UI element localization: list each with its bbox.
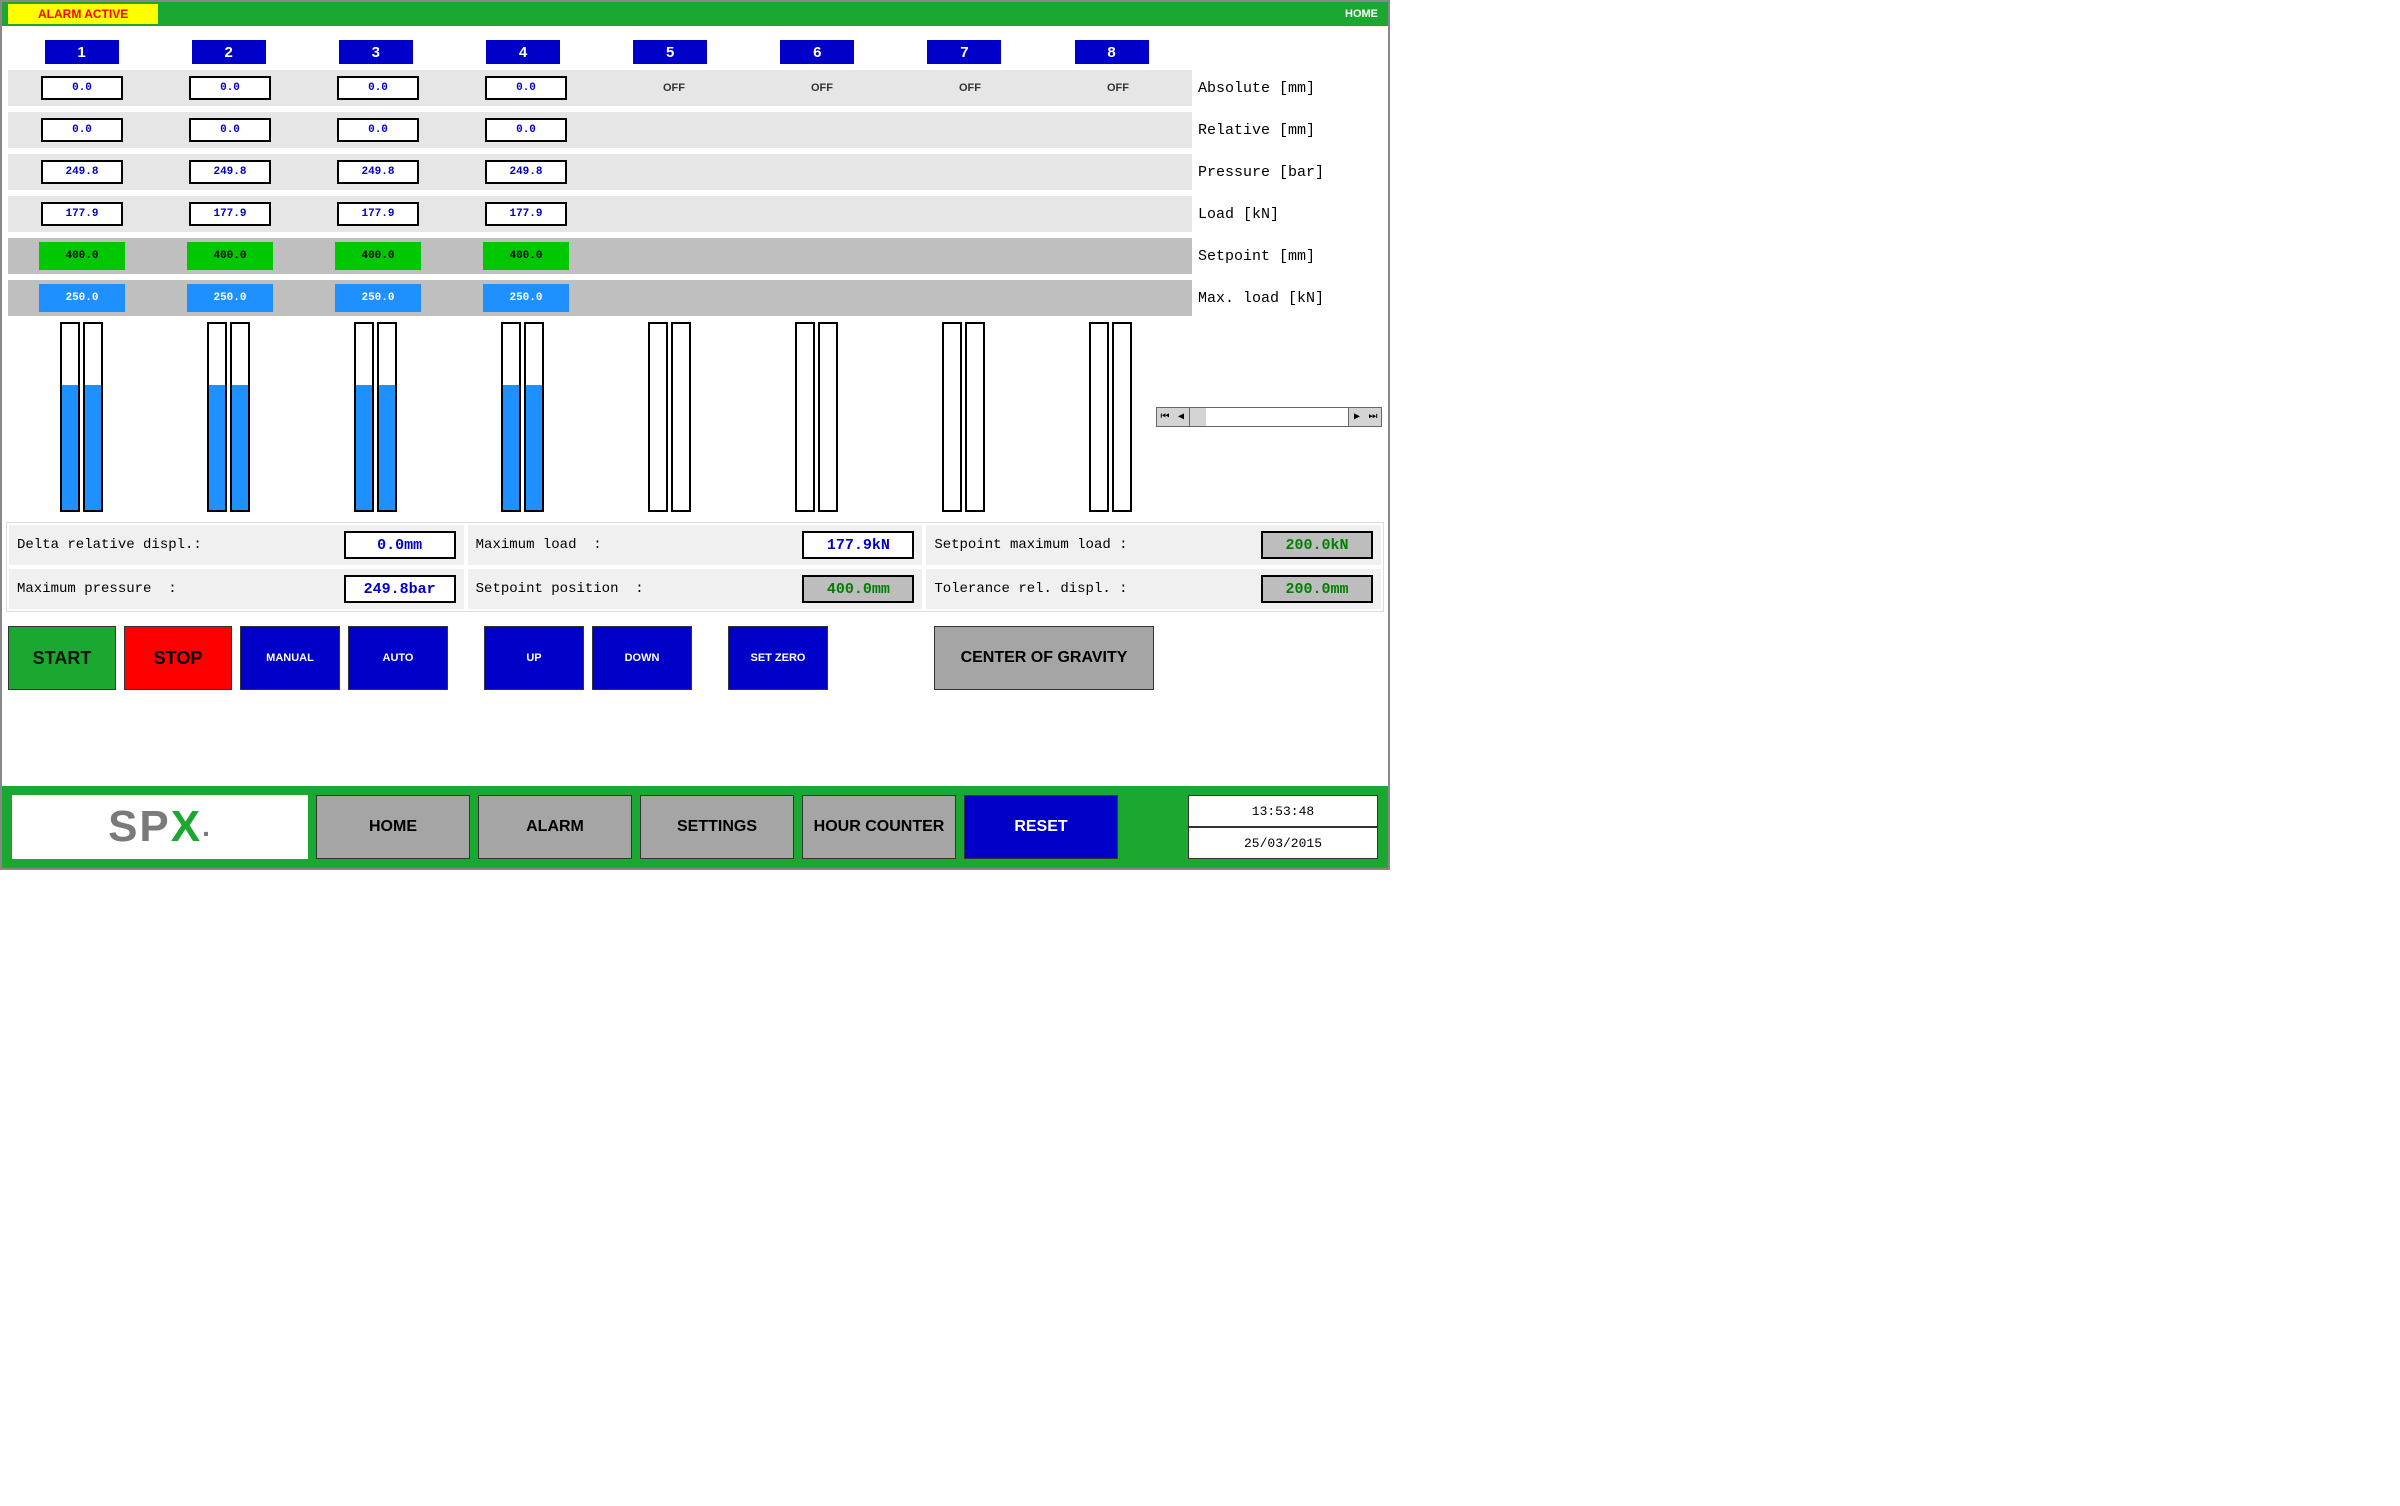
label-setpoint: Setpoint [mm] — [1192, 238, 1382, 274]
spx-logo: SPX. — [12, 795, 308, 859]
scroll-left-icon[interactable]: ◀ — [1173, 408, 1189, 426]
channel-headers: 1 2 3 4 5 6 7 8 — [2, 26, 1388, 64]
scroll-right-icon[interactable]: ▶ — [1349, 408, 1365, 426]
value-sp-position[interactable]: 400.0mm — [802, 575, 914, 603]
alarm-banner: ALARM ACTIVE — [8, 4, 158, 24]
set-zero-button[interactable]: SET ZERO — [728, 626, 828, 690]
relative-2: 0.0 — [189, 118, 271, 142]
channel-6-off: OFF — [811, 82, 833, 94]
start-button[interactable]: START — [8, 626, 116, 690]
nav-home-button[interactable]: HOME — [316, 795, 470, 859]
row-load: 177.9 177.9 177.9 177.9 Load [kN] — [8, 196, 1382, 232]
row-relative: 0.0 0.0 0.0 0.0 Relative [mm] — [8, 112, 1382, 148]
clock: 13:53:48 25/03/2015 — [1188, 795, 1378, 859]
load-4: 177.9 — [485, 202, 567, 226]
value-sp-max-load[interactable]: 200.0kN — [1261, 531, 1373, 559]
channel-header-4[interactable]: 4 — [486, 40, 560, 64]
home-link[interactable]: HOME — [1345, 8, 1378, 20]
bars-5 — [596, 322, 743, 512]
nav-settings-button[interactable]: SETTINGS — [640, 795, 794, 859]
clock-time: 13:53:48 — [1188, 795, 1378, 827]
channel-header-1[interactable]: 1 — [45, 40, 119, 64]
channel-header-8[interactable]: 8 — [1075, 40, 1149, 64]
value-delta-rel: 0.0mm — [344, 531, 456, 559]
label-sp-max-load: Setpoint maximum load : — [934, 537, 1127, 553]
label-delta-rel: Delta relative displ.: — [17, 537, 202, 553]
bars-4 — [449, 322, 596, 512]
label-absolute: Absolute [mm] — [1192, 70, 1382, 106]
load-2: 177.9 — [189, 202, 271, 226]
load-3: 177.9 — [337, 202, 419, 226]
absolute-2: 0.0 — [189, 76, 271, 100]
absolute-1: 0.0 — [41, 76, 123, 100]
nav-alarm-button[interactable]: ALARM — [478, 795, 632, 859]
label-tol-rel: Tolerance rel. displ. : — [934, 581, 1127, 597]
pressure-4: 249.8 — [485, 160, 567, 184]
value-max-pressure: 249.8bar — [344, 575, 456, 603]
bars-6 — [743, 322, 890, 512]
relative-4: 0.0 — [485, 118, 567, 142]
absolute-3: 0.0 — [337, 76, 419, 100]
channel-5-off: OFF — [663, 82, 685, 94]
center-of-gravity-button[interactable]: CENTER OF GRAVITY — [934, 626, 1154, 690]
up-button[interactable]: UP — [484, 626, 584, 690]
bars-3 — [302, 322, 449, 512]
bottom-navbar: SPX. HOME ALARM SETTINGS HOUR COUNTER RE… — [2, 786, 1388, 868]
channel-header-2[interactable]: 2 — [192, 40, 266, 64]
value-tol-rel[interactable]: 200.0mm — [1261, 575, 1373, 603]
bars-7 — [890, 322, 1037, 512]
maxload-4[interactable]: 250.0 — [483, 284, 569, 312]
row-bars: ⏮ ◀ ▶ ⏭ — [8, 322, 1382, 512]
nav-reset-button[interactable]: RESET — [964, 795, 1118, 859]
setpoint-4[interactable]: 400.0 — [483, 242, 569, 270]
pressure-3: 249.8 — [337, 160, 419, 184]
label-maxload: Max. load [kN] — [1192, 280, 1382, 316]
auto-button[interactable]: AUTO — [348, 626, 448, 690]
stop-button[interactable]: STOP — [124, 626, 232, 690]
down-button[interactable]: DOWN — [592, 626, 692, 690]
absolute-4: 0.0 — [485, 76, 567, 100]
label-max-pressure: Maximum pressure : — [17, 581, 177, 597]
row-setpoint: 400.0 400.0 400.0 400.0 Setpoint [mm] — [8, 238, 1382, 274]
row-maxload: 250.0 250.0 250.0 250.0 Max. load [kN] — [8, 280, 1382, 316]
channel-7-off: OFF — [959, 82, 981, 94]
label-pressure: Pressure [bar] — [1192, 154, 1382, 190]
label-sp-position: Setpoint position : — [476, 581, 644, 597]
maxload-3[interactable]: 250.0 — [335, 284, 421, 312]
nav-hour-counter-button[interactable]: HOUR COUNTER — [802, 795, 956, 859]
label-relative: Relative [mm] — [1192, 112, 1382, 148]
channel-header-5[interactable]: 5 — [633, 40, 707, 64]
channel-8-off: OFF — [1107, 82, 1129, 94]
bars-1 — [8, 322, 155, 512]
relative-1: 0.0 — [41, 118, 123, 142]
value-max-load: 177.9kN — [802, 531, 914, 559]
channel-header-6[interactable]: 6 — [780, 40, 854, 64]
main-panel: 1 2 3 4 5 6 7 8 0.0 0.0 0.0 0.0 OFF OFF … — [2, 26, 1388, 690]
label-load: Load [kN] — [1192, 196, 1382, 232]
row-pressure: 249.8 249.8 249.8 249.8 Pressure [bar] — [8, 154, 1382, 190]
channel-header-7[interactable]: 7 — [927, 40, 1001, 64]
manual-button[interactable]: MANUAL — [240, 626, 340, 690]
setpoint-3[interactable]: 400.0 — [335, 242, 421, 270]
setpoint-2[interactable]: 400.0 — [187, 242, 273, 270]
row-absolute: 0.0 0.0 0.0 0.0 OFF OFF OFF OFF Absolute… — [8, 70, 1382, 106]
pressure-1: 249.8 — [41, 160, 123, 184]
maxload-1[interactable]: 250.0 — [39, 284, 125, 312]
pressure-2: 249.8 — [189, 160, 271, 184]
label-max-load: Maximum load : — [476, 537, 602, 553]
scroll-last-icon[interactable]: ⏭ — [1365, 408, 1381, 426]
summary-panel: Delta relative displ.: 0.0mm Maximum loa… — [6, 522, 1384, 612]
load-1: 177.9 — [41, 202, 123, 226]
channel-header-3[interactable]: 3 — [339, 40, 413, 64]
channel-scrollbar[interactable]: ⏮ ◀ ▶ ⏭ — [1156, 407, 1382, 427]
topbar: ALARM ACTIVE HOME — [2, 2, 1388, 26]
scroll-track[interactable] — [1189, 408, 1349, 426]
clock-date: 25/03/2015 — [1188, 827, 1378, 859]
control-buttons: START STOP MANUAL AUTO UP DOWN SET ZERO … — [2, 612, 1388, 690]
setpoint-1[interactable]: 400.0 — [39, 242, 125, 270]
maxload-2[interactable]: 250.0 — [187, 284, 273, 312]
scroll-first-icon[interactable]: ⏮ — [1157, 408, 1173, 426]
relative-3: 0.0 — [337, 118, 419, 142]
bars-2 — [155, 322, 302, 512]
